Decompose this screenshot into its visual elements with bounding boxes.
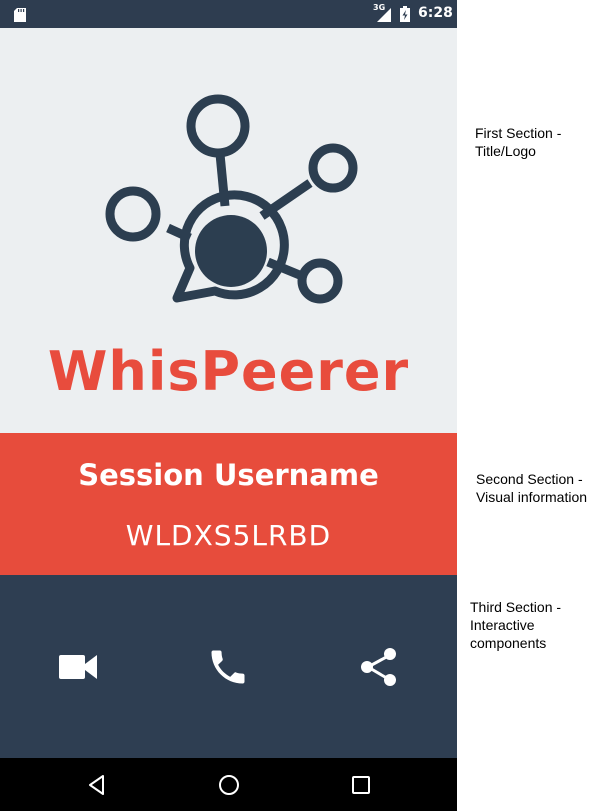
- actions-section: [0, 575, 457, 758]
- clock: 6:28: [418, 5, 453, 21]
- signal-icon: 3G: [373, 3, 393, 28]
- logo-section: WhisPeerer: [0, 28, 457, 433]
- annotation-second-section: Second Section - Visual information: [476, 471, 588, 505]
- sd-card-icon: [14, 7, 26, 26]
- video-call-button[interactable]: [56, 645, 100, 689]
- phone-icon: [206, 650, 250, 693]
- annotation-first-section: First Section - Title/Logo: [475, 125, 562, 159]
- app-title: WhisPeerer: [47, 340, 410, 403]
- video-camera-icon: [56, 655, 100, 693]
- back-icon: [84, 775, 110, 802]
- status-bar: 3G 6:28: [0, 0, 457, 28]
- voice-call-button[interactable]: [206, 645, 250, 689]
- home-icon: [216, 775, 242, 802]
- session-username-value: WLDXS5LRBD: [125, 519, 332, 552]
- network-bubble-logo-icon: [100, 88, 360, 312]
- back-button[interactable]: [84, 772, 110, 798]
- network-type-label: 3G: [373, 3, 386, 12]
- share-button[interactable]: [357, 645, 401, 689]
- battery-icon: [400, 6, 410, 26]
- navigation-bar: [0, 758, 457, 811]
- annotation-third-section: Third Section - Interactive components: [470, 599, 562, 651]
- recents-icon: [348, 776, 374, 802]
- phone-screen: 3G 6:28 WhisPeerer Session Username WLDX…: [0, 0, 457, 811]
- share-icon: [357, 648, 401, 693]
- recents-button[interactable]: [348, 772, 374, 798]
- session-username-heading: Session Username: [78, 458, 379, 492]
- home-button[interactable]: [216, 772, 242, 798]
- session-info-section: Session Username WLDXS5LRBD: [0, 433, 457, 575]
